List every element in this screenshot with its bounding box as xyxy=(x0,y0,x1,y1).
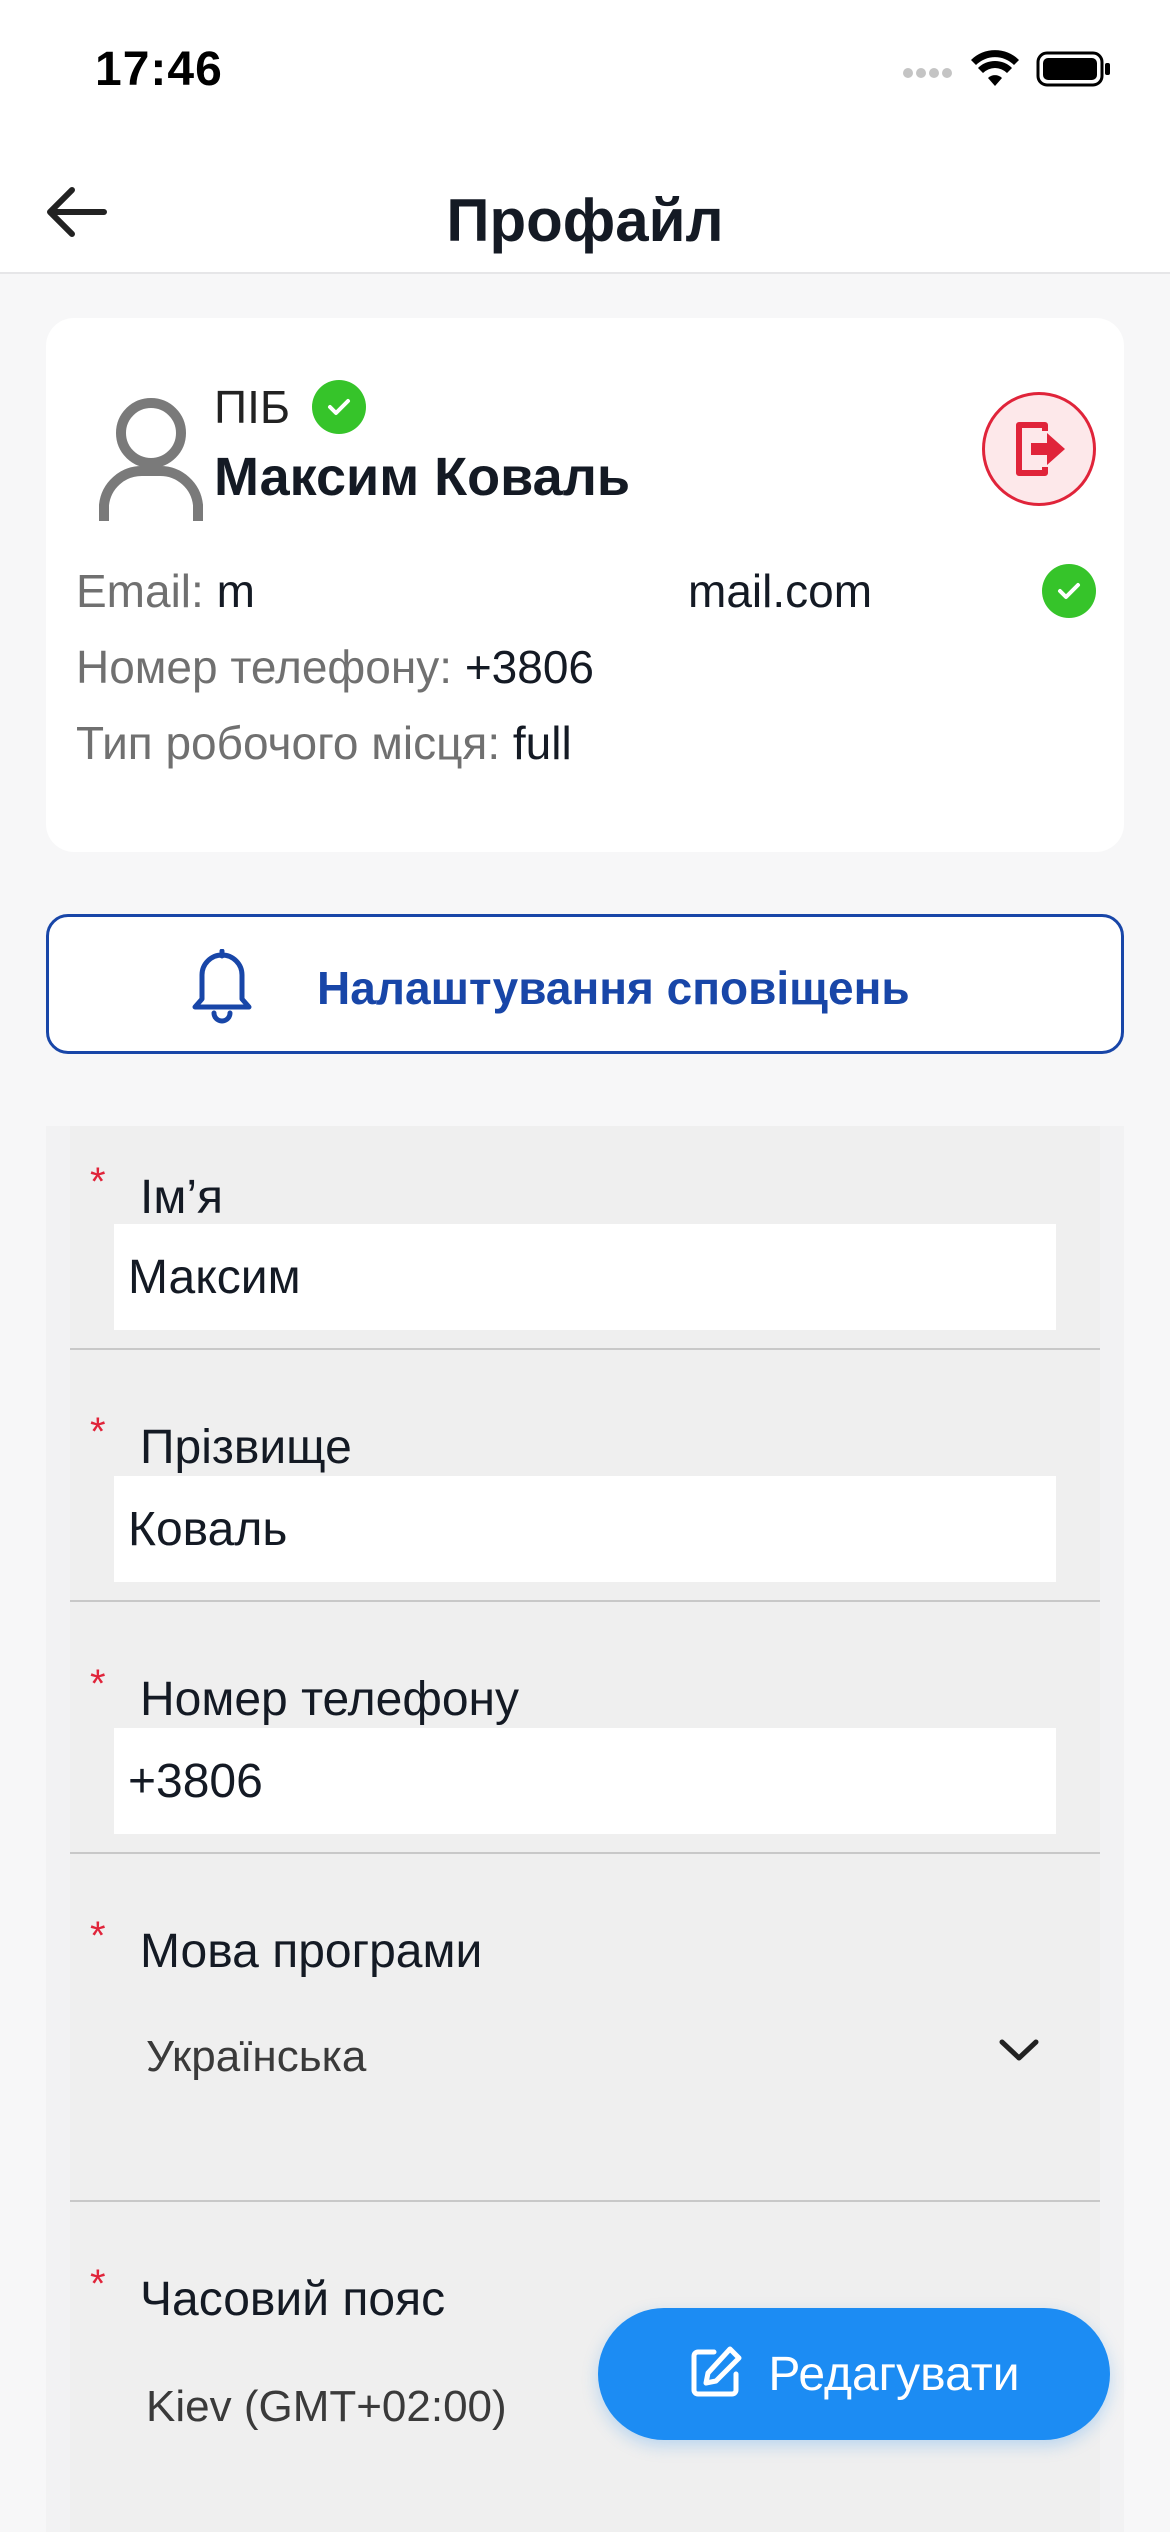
phone-input-value: +3806 xyxy=(128,1754,263,1808)
edit-button[interactable]: Редагувати xyxy=(598,2308,1110,2440)
full-name: Максим Коваль xyxy=(214,447,631,507)
notification-settings-label: Налаштування сповіщень xyxy=(317,962,910,1014)
email-row: Email: m xyxy=(76,564,255,618)
profile-card: ПІБ Максим Коваль Email: m mail.com Номе… xyxy=(46,318,1124,852)
status-time: 17:46 xyxy=(95,43,223,96)
email-value-end: mail.com xyxy=(688,565,873,617)
wifi-icon xyxy=(970,50,1020,93)
workplace-label: Тип робочого місця: xyxy=(76,717,501,769)
first-name-label: Ім’я xyxy=(140,1171,223,1224)
signal-icon xyxy=(902,59,954,84)
email-value-start: m xyxy=(216,565,255,617)
phone-label: Номер телефону: xyxy=(76,641,453,693)
workplace-row: Тип робочого місця: full xyxy=(76,716,720,770)
page-title: Профайл xyxy=(446,187,724,254)
email-value-end-wrap: mail.com xyxy=(688,564,872,618)
verified-check-icon xyxy=(312,380,367,434)
first-name-input[interactable]: Максим xyxy=(114,1224,1056,1330)
required-marker: * xyxy=(90,1410,106,1454)
language-label: Мова програми xyxy=(140,1925,483,1978)
phone-label: Номер телефону xyxy=(140,1673,520,1726)
last-name-input[interactable]: Коваль xyxy=(114,1476,1056,1582)
battery-icon xyxy=(1036,50,1112,93)
phone-value: +3806 xyxy=(464,641,595,693)
timezone-select-value: Kiev (GMT+02:00) xyxy=(146,2382,507,2431)
status-icons xyxy=(902,50,1112,93)
bell-icon xyxy=(189,948,255,1030)
language-select-value: Українська xyxy=(146,2032,367,2081)
field-phone: * Номер телефону +3806 xyxy=(70,1602,1100,1854)
email-verified-check-icon xyxy=(1042,564,1096,618)
notification-settings-button[interactable]: Налаштування сповіщень xyxy=(46,914,1124,1054)
status-bar: 17:46 xyxy=(0,0,1170,150)
phone-row: Номер телефону: +3806 xyxy=(76,640,716,694)
required-marker: * xyxy=(90,1160,106,1204)
required-marker: * xyxy=(90,2262,106,2306)
timezone-label: Часовий пояс xyxy=(140,2273,446,2326)
required-marker: * xyxy=(90,1662,106,1706)
field-language: * Мова програми Українська xyxy=(70,1854,1100,2202)
pib-label-row: ПІБ xyxy=(214,380,367,434)
app-header: Профайл xyxy=(0,150,1170,274)
workplace-value: full xyxy=(512,717,572,769)
phone-input[interactable]: +3806 xyxy=(114,1728,1056,1834)
logout-button[interactable] xyxy=(982,392,1096,506)
user-avatar-icon xyxy=(96,393,206,523)
last-name-label: Прізвище xyxy=(140,1421,352,1474)
required-marker: * xyxy=(90,1914,106,1958)
chevron-down-icon xyxy=(998,2036,1040,2069)
language-select[interactable]: Українська xyxy=(70,2004,1100,2114)
field-last-name: * Прізвище Коваль xyxy=(70,1350,1100,1602)
edit-button-label: Редагувати xyxy=(768,2347,1020,2401)
field-first-name: * Ім’я Максим xyxy=(70,1126,1100,1350)
edit-icon xyxy=(688,2344,744,2405)
email-label: Email: xyxy=(76,565,204,617)
logout-icon xyxy=(1016,422,1065,476)
pib-label: ПІБ xyxy=(214,381,291,433)
